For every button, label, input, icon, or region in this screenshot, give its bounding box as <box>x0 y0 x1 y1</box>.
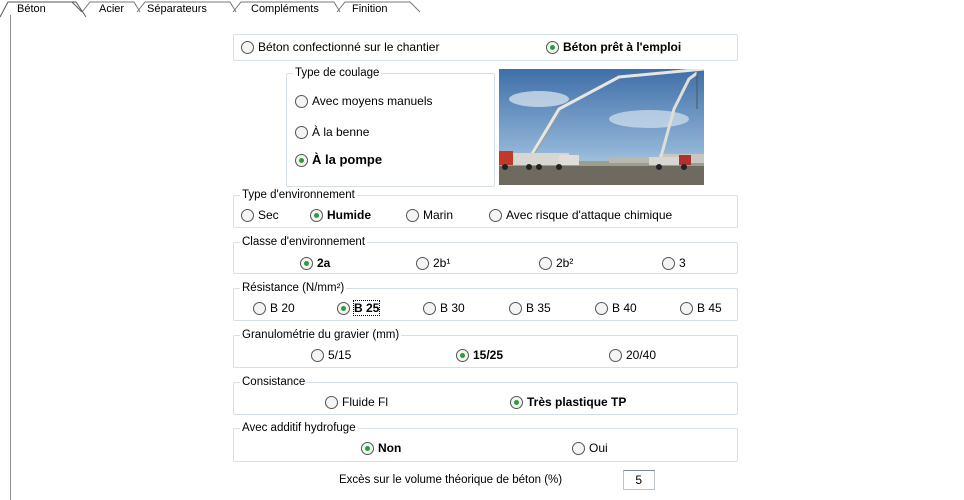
radio-ready-mix[interactable]: Béton prêt à l'emploi <box>546 40 681 54</box>
radio-b45[interactable]: B 45 <box>680 301 722 315</box>
excess-volume-label: Excès sur le volume théorique de béton (… <box>339 474 563 486</box>
radio-circle-selected <box>300 256 313 270</box>
radio-b35[interactable]: B 35 <box>509 301 551 315</box>
radio-b25[interactable]: B 25 <box>337 300 381 316</box>
resistance-legend: Résistance (N/mm²) <box>240 281 347 295</box>
radio-circle <box>241 208 254 222</box>
radio-chemical[interactable]: Avec risque d'attaque chimique <box>489 208 672 222</box>
radio-hydrofuge-non[interactable]: Non <box>361 441 401 455</box>
tab-complements[interactable]: Compléments <box>251 3 319 15</box>
radio-circle-selected <box>310 208 323 222</box>
radio-circle <box>295 125 308 139</box>
radio-b20[interactable]: B 20 <box>253 301 295 315</box>
radio-circle <box>416 256 429 270</box>
tab-acier[interactable]: Acier <box>99 3 124 15</box>
radio-b30[interactable]: B 30 <box>423 301 465 315</box>
radio-b40[interactable]: B 40 <box>595 301 637 315</box>
radio-circle <box>572 441 585 455</box>
radio-class-2a[interactable]: 2a <box>300 256 330 270</box>
consistency-legend: Consistance <box>240 375 308 389</box>
radio-circle-selected <box>337 301 350 315</box>
radio-circle <box>595 301 608 315</box>
environment-type-legend: Type d'environnement <box>240 188 357 202</box>
radio-circle <box>609 348 622 362</box>
granulometry-legend: Granulométrie du gravier (mm) <box>240 328 402 342</box>
coulage-legend: Type de coulage <box>293 66 382 80</box>
radio-circle-selected <box>510 395 523 409</box>
radio-circle <box>311 348 324 362</box>
environment-type-group: Type d'environnement Sec Humide Marin Av… <box>233 188 738 228</box>
mode-group: Béton confectionné sur le chantier Béton… <box>233 34 738 61</box>
radio-marin[interactable]: Marin <box>406 208 453 222</box>
radio-fluide[interactable]: Fluide Fl <box>325 395 388 409</box>
consistency-group: Consistance Fluide Fl Très plastique TP <box>233 375 738 415</box>
radio-circle-selected <box>361 441 374 455</box>
radio-class-3[interactable]: 3 <box>662 256 686 270</box>
radio-site-mixed[interactable]: Béton confectionné sur le chantier <box>241 40 439 54</box>
environment-class-legend: Classe d'environnement <box>240 235 368 249</box>
radio-circle <box>680 301 693 315</box>
radio-class-2b1[interactable]: 2b¹ <box>416 256 450 270</box>
radio-circle <box>539 256 552 270</box>
radio-circle <box>241 40 254 54</box>
radio-circle-selected <box>456 348 469 362</box>
radio-humide[interactable]: Humide <box>310 208 371 222</box>
granulometry-group: Granulométrie du gravier (mm) 5/15 15/25… <box>233 328 738 368</box>
radio-tres-plastique[interactable]: Très plastique TP <box>510 395 626 409</box>
resistance-group: Résistance (N/mm²) B 20 B 25 B 30 B 35 B… <box>233 281 738 321</box>
radio-gravel-20-40[interactable]: 20/40 <box>609 348 656 362</box>
environment-class-group: Classe d'environnement 2a 2b¹ 2b² 3 <box>233 235 738 274</box>
radio-circle <box>406 208 419 222</box>
radio-circle <box>423 301 436 315</box>
radio-sec[interactable]: Sec <box>241 208 279 222</box>
hydrofuge-group: Avec additif hydrofuge Non Oui <box>233 421 738 462</box>
excess-volume-input[interactable] <box>623 470 655 490</box>
radio-circle <box>662 256 675 270</box>
radio-circle <box>295 94 308 108</box>
radio-circle <box>509 301 522 315</box>
radio-hydrofuge-oui[interactable]: Oui <box>572 441 608 455</box>
tab-separateurs[interactable]: Séparateurs <box>147 3 207 15</box>
radio-circle-selected <box>546 40 559 54</box>
hydrofuge-legend: Avec additif hydrofuge <box>240 421 358 435</box>
radio-bucket[interactable]: À la benne <box>295 125 369 139</box>
radio-gravel-5-15[interactable]: 5/15 <box>311 348 351 362</box>
coulage-group: Type de coulage Avec moyens manuels À la… <box>286 66 495 187</box>
tab-beton[interactable]: Béton <box>17 3 46 15</box>
tab-finition[interactable]: Finition <box>352 3 387 15</box>
concrete-pump-truck-photo <box>499 69 704 185</box>
radio-manual[interactable]: Avec moyens manuels <box>295 94 433 108</box>
radio-class-2b2[interactable]: 2b² <box>539 256 573 270</box>
radio-circle-selected <box>295 153 308 167</box>
radio-pump[interactable]: À la pompe <box>295 153 382 167</box>
radio-circle <box>253 301 266 315</box>
radio-circle <box>325 395 338 409</box>
radio-circle <box>489 208 502 222</box>
radio-gravel-15-25[interactable]: 15/25 <box>456 348 503 362</box>
